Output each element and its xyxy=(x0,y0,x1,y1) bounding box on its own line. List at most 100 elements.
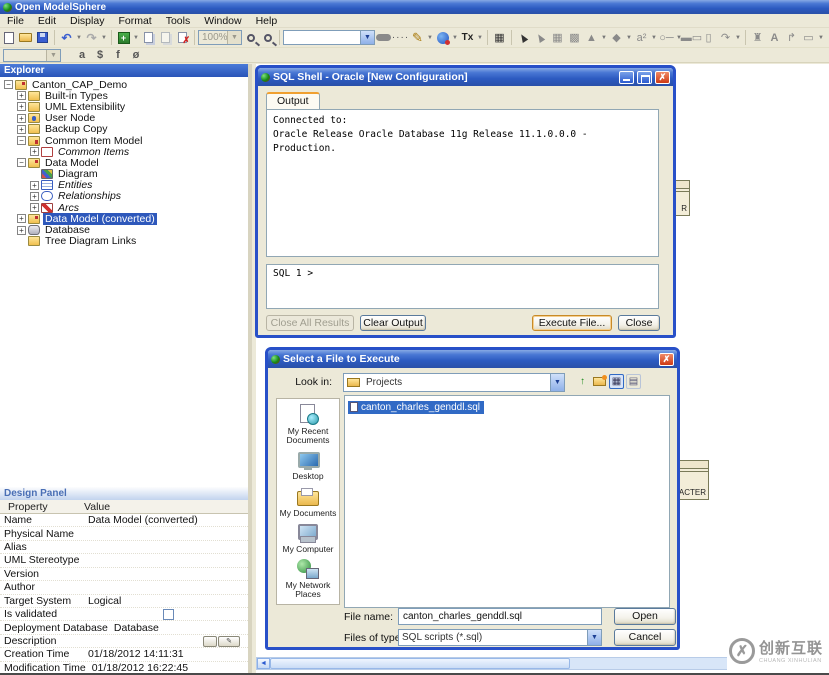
property-row[interactable]: Description✎ xyxy=(0,635,248,648)
description-edit-icon[interactable]: ✎ xyxy=(218,636,240,647)
files-of-type-combo[interactable]: SQL scripts (*.sql)▼ xyxy=(398,629,602,646)
sql-input-area[interactable]: SQL 1 > xyxy=(266,264,659,309)
collapse-icon[interactable]: − xyxy=(17,136,26,145)
property-row[interactable]: Alias xyxy=(0,541,248,554)
place-item-my-recent-documents[interactable]: My Recent Documents xyxy=(278,404,338,445)
tab-output[interactable]: Output xyxy=(266,92,320,109)
text-tool-icon[interactable]: A xyxy=(766,30,783,46)
tree-item[interactable]: −Canton_CAP_Demo xyxy=(0,79,248,90)
line-style-icon[interactable]: ···· xyxy=(392,30,409,46)
tree-item[interactable]: +UML Extensibility xyxy=(0,101,248,112)
new-diagram-icon[interactable]: + xyxy=(115,30,132,46)
zoom-out-icon[interactable] xyxy=(259,30,276,46)
jump-dropdown-icon[interactable]: ▼ xyxy=(734,35,742,41)
close-icon[interactable]: ✗ xyxy=(659,353,674,366)
tree-item[interactable]: +Backup Copy xyxy=(0,124,248,135)
tree-item[interactable]: +Common Items xyxy=(0,146,248,157)
list-view-icon[interactable]: ▤ xyxy=(626,374,641,389)
zoom-in-icon[interactable] xyxy=(242,30,259,46)
look-in-combo[interactable]: Projects▼ xyxy=(343,373,565,392)
triangle-tool-icon[interactable]: ▲ xyxy=(583,30,600,46)
new-folder-icon[interactable] xyxy=(592,374,607,389)
new-diagram-dropdown-icon[interactable]: ▼ xyxy=(132,35,140,41)
file-list[interactable]: canton_charles_genddl.sql xyxy=(344,395,670,608)
pointer-tool-icon[interactable]: ▲ xyxy=(515,30,532,46)
is-validated-checkbox[interactable] xyxy=(163,609,174,620)
maximize-icon[interactable] xyxy=(637,71,652,84)
property-row[interactable]: Author xyxy=(0,581,248,594)
open-file-icon[interactable] xyxy=(17,30,34,46)
property-row[interactable]: Physical Name xyxy=(0,527,248,540)
rectangle-dropdown-icon[interactable]: ▼ xyxy=(817,35,825,41)
connector-tool-icon[interactable]: ↱ xyxy=(783,30,800,46)
redo-dropdown-icon[interactable]: ▼ xyxy=(100,35,108,41)
page-tool-icon[interactable]: ▯ xyxy=(700,30,717,46)
execute-file-button[interactable]: Execute File... xyxy=(532,315,612,331)
clear-format-icon[interactable] xyxy=(174,30,191,46)
close-icon[interactable]: ✗ xyxy=(655,71,670,84)
expand-icon[interactable]: + xyxy=(17,226,26,235)
highlighter-icon[interactable]: ✎ xyxy=(409,30,426,46)
up-one-level-icon[interactable]: ↑ xyxy=(575,374,590,389)
expand-icon[interactable]: + xyxy=(17,91,26,100)
tree-item[interactable]: Tree Diagram Links xyxy=(0,236,248,247)
label-tool-icon[interactable]: a² xyxy=(633,30,650,46)
tree-item[interactable]: +Entities xyxy=(0,180,248,191)
alias-icon[interactable]: a xyxy=(73,49,91,62)
diamond-dropdown-icon[interactable]: ▼ xyxy=(625,35,633,41)
triangle-dropdown-icon[interactable]: ▼ xyxy=(600,35,608,41)
file-name-input[interactable]: canton_charles_genddl.sql xyxy=(398,608,602,625)
diamond-tool-icon[interactable]: ◆ xyxy=(608,30,625,46)
close-button[interactable]: Close xyxy=(618,315,660,331)
scrollbar-thumb[interactable] xyxy=(270,658,570,669)
file-item-selected[interactable]: canton_charles_genddl.sql xyxy=(348,401,484,414)
jump-arrow-icon[interactable]: ↷ xyxy=(717,30,734,46)
tree-item[interactable]: +Database xyxy=(0,224,248,235)
function-icon[interactable]: f xyxy=(109,49,127,62)
tree-item[interactable]: +User Node xyxy=(0,113,248,124)
lasso-select-icon[interactable]: ▲ xyxy=(532,30,549,46)
entity-grid-icon[interactable]: ▦ xyxy=(549,30,566,46)
link-dropdown-icon[interactable]: ▼ xyxy=(451,35,459,41)
clear-output-button[interactable]: Clear Output xyxy=(360,315,426,331)
null-icon[interactable]: ø xyxy=(127,49,145,62)
cancel-button[interactable]: Cancel xyxy=(614,629,676,646)
menu-format[interactable]: Format xyxy=(111,15,158,27)
open-button[interactable]: Open xyxy=(614,608,676,625)
truck-tool-icon[interactable]: ▬▭ xyxy=(683,30,700,46)
property-row[interactable]: NameData Model (converted) xyxy=(0,514,248,527)
menu-help[interactable]: Help xyxy=(249,15,285,27)
place-item-my-documents[interactable]: My Documents xyxy=(278,486,338,518)
horizontal-scrollbar[interactable]: ◄ xyxy=(256,657,753,670)
highlighter-dropdown-icon[interactable]: ▼ xyxy=(426,35,434,41)
menu-edit[interactable]: Edit xyxy=(31,15,63,27)
sql-shell-title-bar[interactable]: SQL Shell - Oracle [New Configuration] ✗ xyxy=(258,68,673,86)
label-dropdown-icon[interactable]: ▼ xyxy=(650,35,658,41)
sql-output-area[interactable]: Connected to: Oracle Release Oracle Data… xyxy=(266,109,659,257)
close-all-results-button[interactable]: Close All Results xyxy=(266,315,354,331)
expand-icon[interactable]: + xyxy=(30,203,39,212)
expand-icon[interactable]: + xyxy=(30,147,39,156)
tree-item[interactable]: +Built-in Types xyxy=(0,90,248,101)
expand-icon[interactable]: + xyxy=(17,114,26,123)
zoom-combo[interactable]: 100%▼ xyxy=(198,30,242,45)
tree-item[interactable]: Diagram xyxy=(0,169,248,180)
menu-window[interactable]: Window xyxy=(197,15,248,27)
expand-icon[interactable]: + xyxy=(17,102,26,111)
redo-icon[interactable]: ↷ xyxy=(83,30,100,46)
save-icon[interactable] xyxy=(34,30,51,46)
undo-dropdown-icon[interactable]: ▼ xyxy=(75,35,83,41)
paste-format-icon[interactable] xyxy=(157,30,174,46)
view-grid-icon[interactable]: ▩ xyxy=(566,30,583,46)
style-combo[interactable]: ▼ xyxy=(283,30,375,45)
rectangle-tool-icon[interactable]: ▭ xyxy=(800,30,817,46)
link-icon[interactable] xyxy=(434,30,451,46)
menu-tools[interactable]: Tools xyxy=(159,15,198,27)
copy-format-icon[interactable] xyxy=(140,30,157,46)
text-format-icon[interactable]: Tx xyxy=(459,30,476,46)
grid-view-icon[interactable]: ▦ xyxy=(609,374,624,389)
line-color-icon[interactable] xyxy=(375,30,392,46)
new-file-icon[interactable] xyxy=(0,30,17,46)
design-panel-header[interactable]: Design Panel xyxy=(0,487,248,500)
tree-item[interactable]: −Common Item Model xyxy=(0,135,248,146)
